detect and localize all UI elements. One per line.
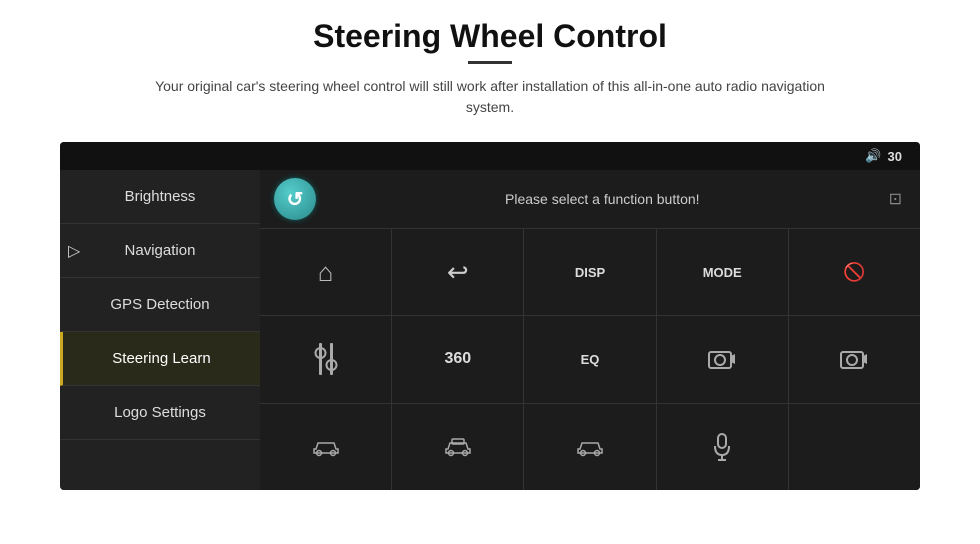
sidebar-label-steering: Steering Learn [112, 350, 210, 367]
fn-btn-car1[interactable] [260, 404, 391, 490]
disp-label: DISP [575, 265, 605, 280]
sidebar-label-logo: Logo Settings [114, 404, 206, 421]
fn-btn-car3[interactable] [524, 404, 655, 490]
cam1-icon [708, 348, 736, 370]
fn-btn-phone-mute[interactable]: 🚫 [789, 229, 920, 315]
cam2-icon [840, 348, 868, 370]
top-bar: ↺ Please select a function button! ⊡ [260, 170, 920, 229]
fn-btn-empty [789, 404, 920, 490]
page-title: Steering Wheel Control [60, 18, 920, 55]
volume-level: 30 [888, 149, 902, 164]
fn-btn-mode[interactable]: MODE [657, 229, 788, 315]
fn-btn-mic[interactable] [657, 404, 788, 490]
sidebar-item-steering[interactable]: Steering Learn [60, 332, 260, 386]
sidebar-item-gps[interactable]: GPS Detection [60, 278, 260, 332]
fn-btn-cam2[interactable] [789, 316, 920, 402]
cursor-indicator: ▷ [68, 241, 80, 261]
car-screen: 🔊 30 Brightness ▷ Navigation GPS Detecti… [60, 142, 920, 490]
sidebar-label-navigation: Navigation [125, 242, 196, 259]
fn-btn-disp[interactable]: DISP [524, 229, 655, 315]
fn-btn-tune[interactable] [260, 316, 391, 402]
fn-btn-home[interactable]: ⌂ [260, 229, 391, 315]
button-grid: ⌂ ↩ DISP MODE 🚫 [260, 229, 920, 490]
title-divider [468, 61, 512, 64]
fn-btn-back[interactable]: ↩ [392, 229, 523, 315]
home-icon: ⌂ [318, 257, 334, 288]
header-section: Steering Wheel Control Your original car… [0, 0, 980, 128]
top-right-icon: ⊡ [889, 189, 902, 209]
fn-btn-cam1[interactable] [657, 316, 788, 402]
mic-icon [713, 433, 731, 461]
status-bar: 🔊 30 [60, 142, 920, 170]
content-panel: ↺ Please select a function button! ⊡ ⌂ ↩… [260, 170, 920, 490]
sidebar-item-navigation[interactable]: ▷ Navigation [60, 224, 260, 278]
car1-icon [312, 437, 340, 457]
sidebar-item-brightness[interactable]: Brightness [60, 170, 260, 224]
sidebar-label-brightness: Brightness [125, 188, 196, 205]
car2-icon [444, 437, 472, 457]
eq-label: EQ [581, 352, 600, 367]
sidebar-label-gps: GPS Detection [110, 296, 209, 313]
label-360: 360 [444, 350, 471, 368]
mode-label: MODE [703, 265, 742, 280]
fn-btn-360[interactable]: 360 [392, 316, 523, 402]
refresh-button[interactable]: ↺ [274, 178, 316, 220]
sidebar-item-logo[interactable]: Logo Settings [60, 386, 260, 440]
sidebar: Brightness ▷ Navigation GPS Detection St… [60, 170, 260, 490]
fn-btn-car2[interactable] [392, 404, 523, 490]
fn-btn-eq[interactable]: EQ [524, 316, 655, 402]
back-icon: ↩ [447, 257, 469, 288]
main-area: Brightness ▷ Navigation GPS Detection St… [60, 170, 920, 490]
volume-icon: 🔊 [865, 148, 881, 164]
refresh-icon: ↺ [287, 187, 304, 212]
car3-icon [576, 437, 604, 457]
phone-mute-icon: 🚫 [843, 262, 865, 283]
tune-icon [314, 343, 338, 375]
prompt-text: Please select a function button! [330, 191, 875, 207]
subtitle: Your original car's steering wheel contr… [140, 76, 840, 118]
